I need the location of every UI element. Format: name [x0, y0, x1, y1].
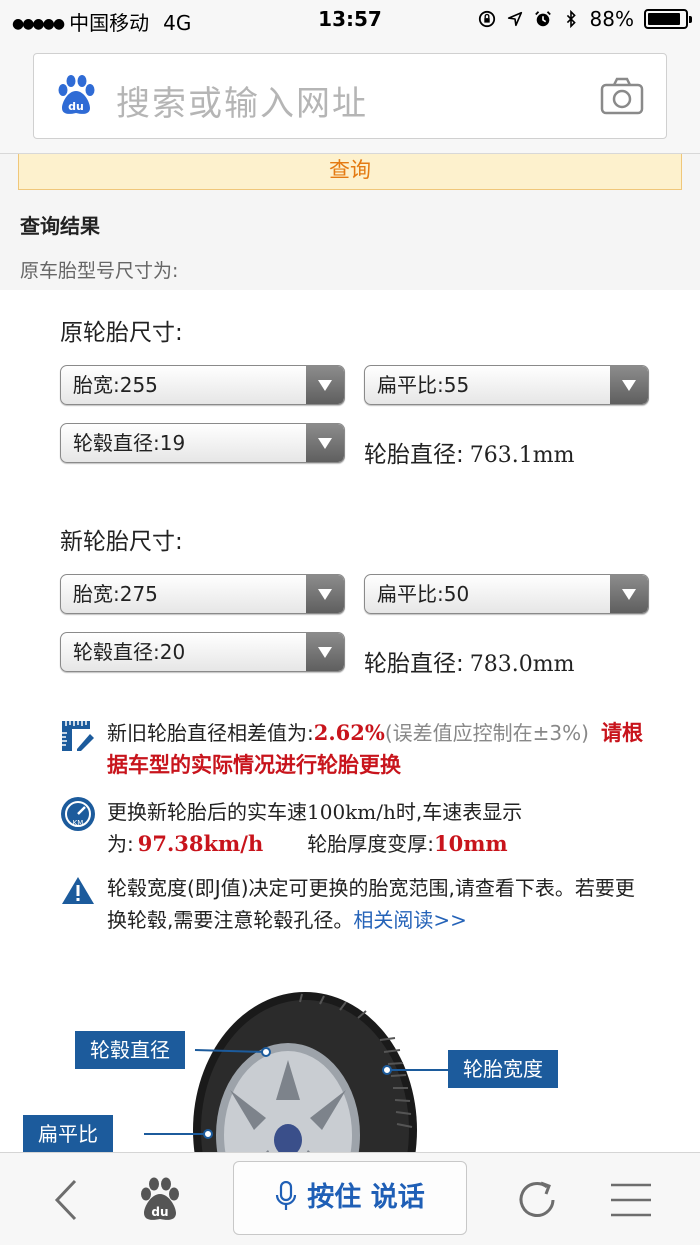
camera-icon[interactable] [600, 76, 644, 116]
chevron-down-icon[interactable] [306, 424, 344, 462]
speed-value: 97.38km/h [137, 831, 264, 856]
alarm-icon [534, 11, 551, 27]
tire-width-tag: 轮胎宽度 [448, 1050, 558, 1088]
new-rim-select[interactable]: 轮毂直径:20 [60, 632, 345, 672]
ruler-icon [62, 721, 94, 751]
battery-icon [644, 9, 692, 29]
original-diameter: 轮胎直径: 763.1mm [364, 435, 574, 469]
refresh-icon[interactable] [513, 1175, 563, 1225]
speed-prefix: 更换新轮胎后的实车速 [107, 800, 307, 824]
result-title: 查询结果 [20, 214, 100, 238]
original-rim-select[interactable]: 轮毂直径:19 [60, 423, 345, 463]
status-bar: ●●●●● 中国移动 4G 13:57 88% [0, 0, 700, 38]
original-rim-value: 轮毂直径:19 [73, 431, 186, 455]
new-diameter-value: 783.0mm [469, 652, 575, 677]
new-aspect-select[interactable]: 扁平比:50 [364, 574, 649, 614]
aspect-ratio-tag: 扁平比 [23, 1115, 113, 1152]
speedometer-icon: KM [61, 797, 95, 831]
new-tire-label: 新轮胎尺寸: [60, 529, 183, 555]
chevron-down-icon[interactable] [610, 575, 648, 613]
voice-input-button[interactable]: 按住 说话 [233, 1161, 467, 1235]
tire-diagram: 轮毂直径 轮胎宽度 扁平比 [0, 980, 700, 1152]
original-diameter-value: 763.1mm [469, 443, 575, 468]
location-icon [507, 11, 522, 27]
diameter-difference-text: 新旧轮胎直径相差值为:2.62%(误差值应控制在±3%) 请根据车型的实际情况进行… [107, 717, 647, 781]
thickness-label: 轮胎厚度变厚: [307, 832, 434, 856]
diff-prefix: 新旧轮胎直径相差值为: [107, 721, 314, 745]
chevron-down-icon[interactable] [306, 366, 344, 404]
thickness-value: 10mm [433, 831, 508, 856]
status-icons: 88% [478, 7, 692, 31]
original-aspect-value: 扁平比:55 [377, 373, 470, 397]
new-rim-value: 轮毂直径:20 [73, 640, 186, 664]
related-reading-link[interactable]: 相关阅读>> [353, 908, 467, 932]
original-width-select[interactable]: 胎宽:255 [60, 365, 345, 405]
new-diameter-label: 轮胎直径: [364, 651, 464, 677]
baidu-logo-text: du [68, 100, 84, 113]
new-width-value: 胎宽:275 [73, 582, 158, 606]
search-placeholder: 搜索或输入网址 [116, 84, 368, 124]
battery-percent: 88% [589, 7, 634, 31]
rim-width-text: 轮毂宽度(即J值)决定可更换的胎宽范围,请查看下表。若要更换轮毂,需要注意轮毂孔… [107, 872, 647, 936]
chevron-down-icon[interactable] [306, 575, 344, 613]
warning-icon [62, 877, 94, 904]
query-button[interactable]: 查询 [18, 154, 682, 190]
baidu-home-icon[interactable]: du [135, 1175, 185, 1225]
original-aspect-select[interactable]: 扁平比:55 [364, 365, 649, 405]
new-width-select[interactable]: 胎宽:275 [60, 574, 345, 614]
diff-note: (误差值应控制在±3%) [384, 721, 589, 745]
microphone-icon [276, 1181, 297, 1210]
voice-label: 按住 说话 [307, 1182, 425, 1213]
browser-header: du 搜索或输入网址 [0, 38, 700, 154]
original-width-value: 胎宽:255 [73, 373, 158, 397]
menu-icon[interactable] [606, 1175, 656, 1225]
result-subtitle: 原车胎型号尺寸为: [20, 260, 179, 282]
chevron-down-icon[interactable] [610, 366, 648, 404]
diff-value: 2.62% [313, 720, 385, 745]
speedometer-text: 更换新轮胎后的实车速100km/h时,车速表显示为: 97.38km/h 轮胎厚度变… [107, 796, 647, 860]
speed-base: 100km/h [307, 800, 396, 824]
bluetooth-icon [566, 10, 576, 28]
battery-fill [648, 13, 680, 25]
orientation-lock-icon [478, 10, 495, 28]
original-tire-label: 原轮胎尺寸: [60, 320, 183, 346]
toolbar-logo-text: du [151, 1205, 168, 1219]
svg-text:KM: KM [73, 819, 84, 827]
original-diameter-label: 轮胎直径: [364, 442, 464, 468]
bottom-toolbar: du 按住 说话 [0, 1152, 700, 1245]
search-input[interactable]: du 搜索或输入网址 [33, 53, 667, 139]
back-icon[interactable] [42, 1175, 92, 1225]
new-aspect-value: 扁平比:50 [377, 582, 470, 606]
new-diameter: 轮胎直径: 783.0mm [364, 644, 574, 678]
baidu-logo-icon[interactable]: du [54, 74, 98, 118]
chevron-down-icon[interactable] [306, 633, 344, 671]
rim-diameter-tag: 轮毂直径 [75, 1031, 185, 1069]
